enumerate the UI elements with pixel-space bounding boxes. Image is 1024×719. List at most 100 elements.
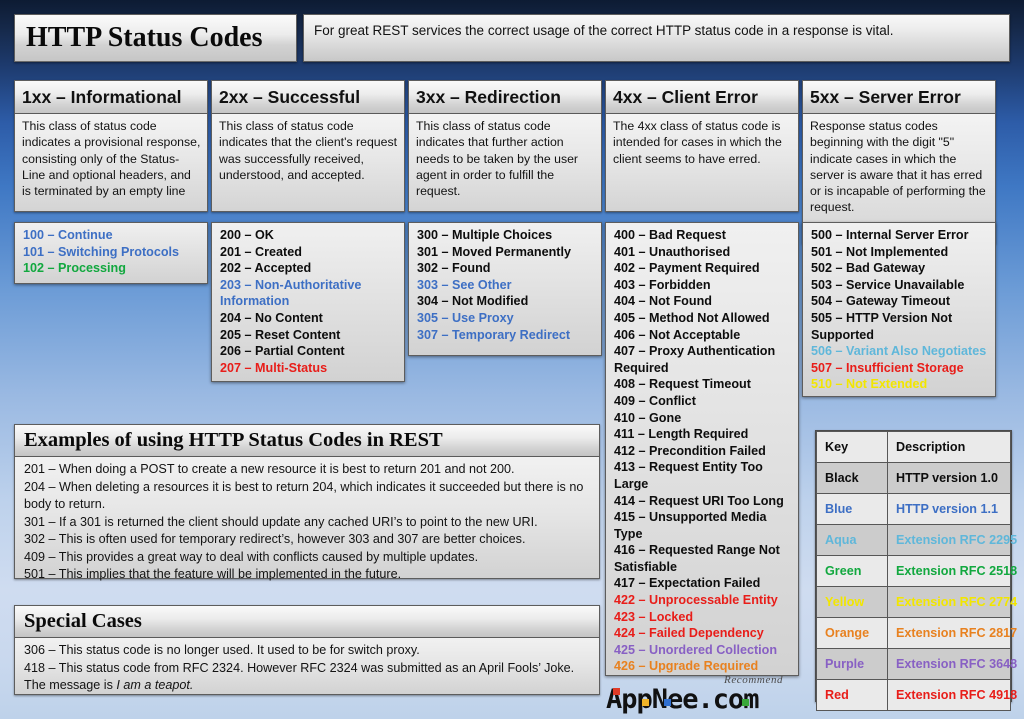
- status-code-item: 422 – Unprocessable Entity: [614, 593, 778, 608]
- status-class-heading-1xx: 1xx – Informational: [14, 80, 208, 114]
- status-code-item: 100 – Continue: [23, 228, 113, 242]
- status-code-item: 301 – Moved Permanently: [417, 244, 571, 259]
- status-code-item: 410 – Gone: [614, 410, 682, 425]
- status-code-list-4xx: 400 – Bad Request 401 – Unauthorised 402 –…: [605, 222, 799, 676]
- watermark-square-blue-icon: [664, 699, 671, 706]
- status-class-heading-3xx: 3xx – Redirection: [408, 80, 602, 114]
- status-code-item: 405 – Method Not Allowed: [614, 310, 770, 325]
- status-code-item: 413 – Request Entity Too Large: [614, 460, 763, 491]
- status-code-item: 500 – Internal Server Error: [811, 228, 969, 242]
- examples-box: Examples of using HTTP Status Codes in R…: [14, 424, 600, 581]
- status-code-item: 202 – Accepted: [220, 261, 312, 276]
- status-class-heading-label: 3xx – Redirection: [416, 86, 561, 107]
- status-code-item: 201 – Created: [220, 244, 302, 259]
- status-code-item: 504 – Gateway Timeout: [811, 294, 951, 309]
- key-table-column-header: Description: [887, 431, 1011, 463]
- key-table-header-row: Key Description: [816, 431, 1011, 463]
- status-code-item: 426 – Upgrade Required: [614, 659, 759, 674]
- key-table-row: Purple Extension RFC 3648: [816, 648, 1017, 680]
- status-class-description-2xx: This class of status code indicates that…: [211, 114, 405, 212]
- status-code-item: 425 – Unordered Collection: [614, 642, 778, 657]
- status-code-item: 416 – Requested Range Not Satisfiable: [614, 543, 780, 574]
- examples-body: 201 – When doing a POST to create a new …: [14, 457, 600, 581]
- status-code-item: 303 – See Other: [417, 277, 512, 292]
- status-code-item: 408 – Request Timeout: [614, 377, 751, 392]
- key-table-description-cell: Extension RFC 2295: [887, 524, 1017, 556]
- status-code-item: 304 – Not Modified: [417, 294, 529, 309]
- key-table-key-cell: Blue: [816, 493, 888, 525]
- key-table-key-cell: Purple: [816, 648, 888, 680]
- watermark-brand: AppNee.com: [606, 684, 760, 715]
- status-code-item: 510 – Not Extended: [811, 377, 928, 392]
- example-line: 201 – When doing a POST to create a new …: [24, 462, 515, 476]
- poster-root: HTTP Status Codes For great REST service…: [0, 0, 1024, 719]
- example-line: 301 – If a 301 is returned the client sh…: [24, 514, 538, 529]
- watermark-square-green-icon: [742, 699, 749, 706]
- status-code-item: 412 – Precondition Failed: [614, 443, 766, 458]
- key-table-key-cell: Orange: [816, 617, 888, 649]
- status-code-item: 302 – Found: [417, 261, 491, 276]
- status-code-item: 205 – Reset Content: [220, 327, 341, 342]
- status-code-item: 415 – Unsupported Media Type: [614, 510, 767, 541]
- status-code-item: 404 – Not Found: [614, 294, 712, 309]
- example-line: 501 – This implies that the feature will…: [24, 567, 402, 581]
- key-table-description-cell: HTTP version 1.0: [887, 462, 1011, 494]
- status-code-item: 414 – Request URI Too Long: [614, 493, 784, 508]
- status-code-item: 407 – Proxy Authentication Required: [614, 344, 776, 375]
- status-class-description-4xx: The 4xx class of status code is intended…: [605, 114, 799, 212]
- status-code-list-2xx: 200 – OK 201 – Created 202 – Accepted 203 –…: [211, 222, 405, 382]
- status-code-item: 402 – Payment Required: [614, 261, 760, 276]
- status-code-item: 203 – Non-Authoritative Information: [220, 277, 362, 309]
- status-code-item: 207 – Multi-Status: [220, 360, 328, 375]
- status-class-heading-label: 1xx – Informational: [22, 86, 182, 107]
- status-class-heading-5xx: 5xx – Server Error: [802, 80, 996, 114]
- special-cases-body: 306 – This status code is no longer used…: [14, 638, 600, 695]
- status-code-item: 424 – Failed Dependency: [614, 626, 764, 641]
- key-table-description-cell: Extension RFC 3648: [887, 648, 1017, 680]
- subtitle-text: For great REST services the correct usag…: [314, 23, 894, 38]
- status-code-item: 101 – Switching Protocols: [23, 244, 180, 259]
- special-case-line: 418 – This status code from RFC 2324. Ho…: [24, 660, 575, 693]
- status-code-item: 506 – Variant Also Negotiates: [811, 344, 987, 359]
- status-code-item: 305 – Use Proxy: [417, 310, 514, 325]
- status-class-heading-2xx: 2xx – Successful: [211, 80, 405, 114]
- examples-heading-bar: Examples of using HTTP Status Codes in R…: [14, 424, 600, 457]
- key-table-column-header: Key: [816, 431, 888, 463]
- special-cases-box: Special Cases 306 – This status code is …: [14, 605, 600, 695]
- watermark-square-yellow-icon: [642, 699, 649, 706]
- examples-heading: Examples of using HTTP Status Codes in R…: [24, 429, 443, 451]
- key-table-row: Red Extension RFC 4918: [816, 679, 1017, 711]
- key-table-key-cell: Green: [816, 555, 888, 587]
- appnee-watermark: Recommend AppNee.com: [606, 674, 806, 716]
- status-code-item: 206 – Partial Content: [220, 344, 345, 359]
- example-line: 302 – This is often used for temporary r…: [24, 532, 526, 546]
- status-class-heading-4xx: 4xx – Client Error: [605, 80, 799, 114]
- status-code-list-1xx: 100 – Continue 101 – Switching Protocols 1…: [14, 222, 208, 284]
- status-code-item: 409 – Conflict: [614, 393, 696, 408]
- key-table-description-cell: HTTP version 1.1: [887, 493, 1011, 525]
- key-table-row: Orange Extension RFC 2817: [816, 617, 1017, 649]
- status-code-item: 411 – Length Required: [614, 427, 749, 442]
- status-code-item: 401 – Unauthorised: [614, 244, 731, 259]
- key-table-row: Black HTTP version 1.0: [816, 462, 1011, 494]
- key-table-row: Blue HTTP version 1.1: [816, 493, 1011, 525]
- key-legend-table: Key Description Black HTTP version 1.0 Blue H…: [815, 430, 1017, 711]
- special-case-italic-phrase: I am a teapot.: [116, 678, 194, 692]
- key-table-row: Aqua Extension RFC 2295: [816, 524, 1017, 556]
- status-class-description-1xx: This class of status code indicates a pr…: [14, 114, 208, 212]
- key-table-row: Green Extension RFC 2518: [816, 555, 1017, 587]
- status-code-item: 501 – Not Implemented: [811, 244, 949, 259]
- status-code-item: 406 – Not Acceptable: [614, 327, 741, 342]
- example-line: 409 – This provides a great way to deal …: [24, 549, 479, 564]
- status-code-item: 507 – Insufficient Storage: [811, 360, 964, 375]
- key-table-key-cell: Red: [816, 679, 888, 711]
- key-table-description-cell: Extension RFC 2518: [887, 555, 1017, 587]
- status-code-item: 403 – Forbidden: [614, 277, 711, 292]
- status-class-heading-label: 5xx – Server Error: [810, 86, 961, 107]
- status-class-heading-label: 4xx – Client Error: [613, 86, 758, 107]
- watermark-square-red-icon: [613, 688, 620, 695]
- status-code-item: 505 – HTTP Version Not Supported: [811, 310, 953, 342]
- status-code-list-5xx: 500 – Internal Server Error 501 – Not Imp…: [802, 222, 996, 397]
- special-cases-heading: Special Cases: [24, 610, 142, 632]
- special-cases-heading-bar: Special Cases: [14, 605, 600, 638]
